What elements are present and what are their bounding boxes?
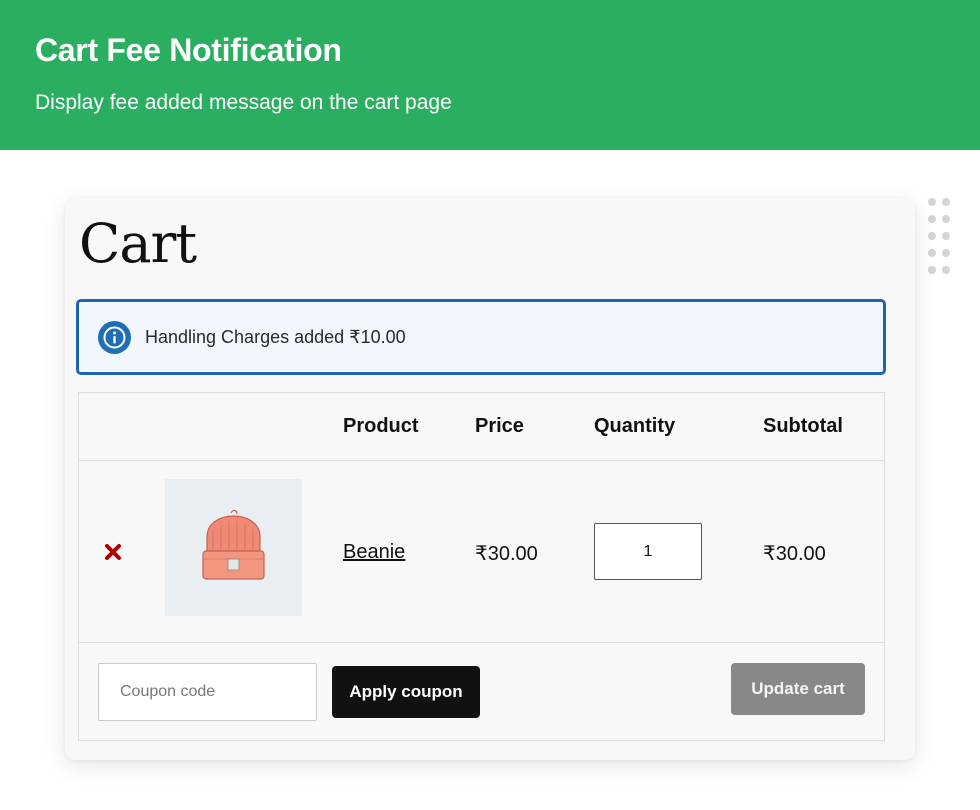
dot [942,215,950,223]
product-name[interactable]: Beanie [343,541,405,563]
dot [942,249,950,257]
fee-notice: Handling Charges added ₹10.00 [76,299,886,375]
cart-title: Cart [79,212,197,275]
update-cart-button[interactable]: Update cart [731,663,865,715]
dot-grid-decoration [928,198,954,280]
header-divider [79,460,884,461]
column-header-quantity: Quantity [594,415,676,437]
product-name-link[interactable]: Beanie [343,541,405,564]
cart-card: Cart Handling Charges added ₹10.00 Produ… [65,198,915,760]
dot [942,232,950,240]
info-icon [98,321,131,354]
quantity-input[interactable] [594,523,702,580]
product-price: ₹30.00 [475,543,538,565]
column-header-subtotal: Subtotal [763,415,843,437]
row-divider [79,642,884,643]
header-banner: Cart Fee Notification Display fee added … [0,0,980,150]
product-thumbnail[interactable] [165,479,302,616]
dot [928,249,936,257]
close-icon[interactable] [104,543,122,561]
column-header-product: Product [343,415,419,437]
dot [942,198,950,206]
notice-text: Handling Charges added ₹10.00 [145,327,406,347]
page-subtitle: Display fee added message on the cart pa… [35,91,452,114]
dot [928,232,936,240]
dot [928,215,936,223]
cart-table: Product Price Quantity Subtotal Beanie ₹… [78,392,885,741]
apply-coupon-button[interactable]: Apply coupon [332,666,480,718]
product-subtotal: ₹30.00 [763,543,826,565]
page-title: Cart Fee Notification [35,32,342,68]
beanie-icon [202,509,265,580]
dot [928,266,936,274]
column-header-price: Price [475,415,524,437]
coupon-code-input[interactable] [98,663,317,721]
dot [928,198,936,206]
dot [942,266,950,274]
